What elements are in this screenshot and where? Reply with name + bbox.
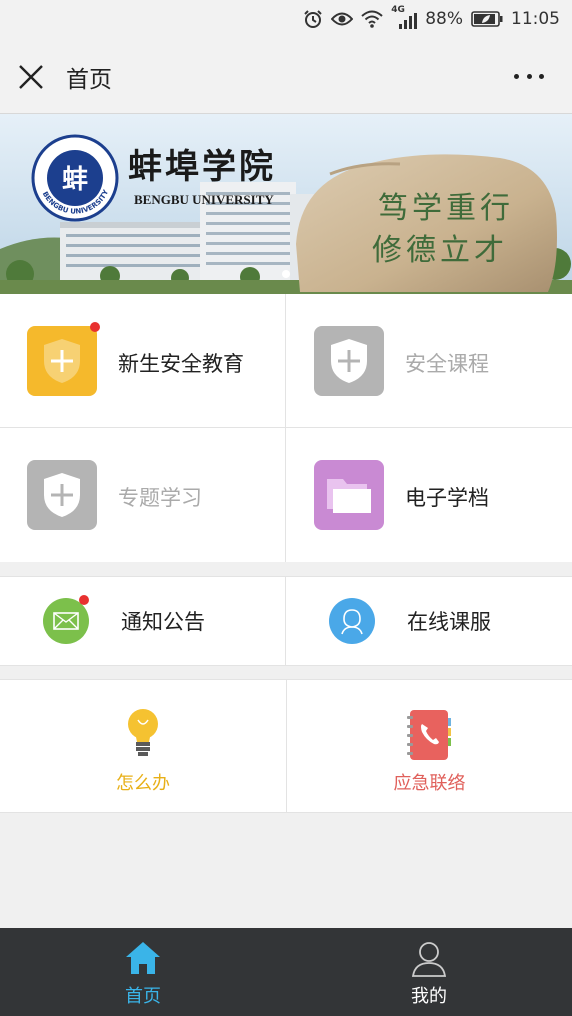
secondary-row: 通知公告 在线课服 xyxy=(0,576,572,666)
user-icon xyxy=(411,942,447,977)
battery-icon xyxy=(471,11,503,27)
feature-label: 怎么办 xyxy=(116,773,170,794)
feature-label: 新生安全教育 xyxy=(118,352,244,376)
campus-banner: 笃学重行 修德立才 蚌 BENGBU UNIVERSITY 蚌埠学院 BENGB… xyxy=(0,114,572,294)
signal-bars-icon xyxy=(399,13,418,29)
person-icon xyxy=(329,598,375,644)
tertiary-row: 怎么办 应急联络 xyxy=(0,679,572,813)
signal-indicator: 4G xyxy=(391,5,418,29)
feature-label: 通知公告 xyxy=(121,610,205,634)
wifi-icon xyxy=(361,10,383,28)
alarm-icon xyxy=(304,10,322,28)
shield-plus-icon xyxy=(27,326,97,396)
bottom-tab-bar: 首页 我的 xyxy=(0,928,572,1016)
status-time: 11:05 xyxy=(511,9,560,29)
notification-dot xyxy=(79,595,89,605)
shield-plus-icon xyxy=(27,460,97,530)
feature-label: 专题学习 xyxy=(118,486,202,510)
banner-image[interactable]: 笃学重行 修德立才 蚌 BENGBU UNIVERSITY 蚌埠学院 BENGB… xyxy=(0,114,572,294)
feature-label: 安全课程 xyxy=(405,352,489,376)
shield-plus-icon xyxy=(314,326,384,396)
tab-label: 我的 xyxy=(411,986,447,1007)
battery-percent: 88% xyxy=(425,9,463,29)
notification-dot xyxy=(90,322,100,332)
feature-emergency-contacts[interactable]: 应急联络 xyxy=(287,680,572,812)
feature-label: 电子学档 xyxy=(405,486,489,510)
feature-e-portfolio[interactable]: 电子学档 xyxy=(286,428,572,562)
feature-notices[interactable]: 通知公告 xyxy=(0,577,285,665)
tab-home[interactable]: 首页 xyxy=(0,928,286,1016)
home-icon xyxy=(126,942,160,974)
feature-what-to-do[interactable]: 怎么办 xyxy=(0,680,286,812)
school-name-en: BENGBU UNIVERSITY xyxy=(134,192,274,207)
nav-bar: 首页 xyxy=(0,38,572,114)
tab-label: 首页 xyxy=(125,986,161,1007)
folder-icon xyxy=(314,460,384,530)
feature-label: 应急联络 xyxy=(393,773,466,794)
feature-safety-courses[interactable]: 安全课程 xyxy=(286,294,572,427)
page-title: 首页 xyxy=(66,67,112,93)
main-feature-grid: 新生安全教育 安全课程 专题学习 电子学档 xyxy=(0,294,572,562)
feature-label: 在线课服 xyxy=(407,610,491,634)
school-name-cn: 蚌埠学院 xyxy=(128,147,276,187)
banner-motto-line1: 笃学重行 xyxy=(378,191,514,226)
lightbulb-icon xyxy=(128,709,158,756)
tab-mine[interactable]: 我的 xyxy=(286,928,572,1016)
close-icon[interactable] xyxy=(18,64,44,90)
feature-online-service[interactable]: 在线课服 xyxy=(286,577,572,665)
banner-motto-line2: 修德立才 xyxy=(372,233,508,268)
eye-icon xyxy=(331,12,354,26)
status-bar: 4G 88% 11:05 xyxy=(0,0,572,38)
phone-book-icon xyxy=(407,710,451,760)
feature-freshman-safety-education[interactable]: 新生安全教育 xyxy=(0,294,285,427)
feature-topic-study[interactable]: 专题学习 xyxy=(0,428,285,562)
more-options-icon[interactable] xyxy=(514,74,544,82)
svg-text:蚌: 蚌 xyxy=(62,165,88,195)
